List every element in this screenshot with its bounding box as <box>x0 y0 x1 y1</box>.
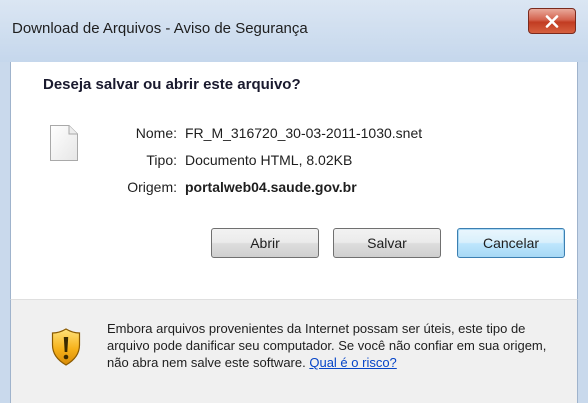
risk-link[interactable]: Qual é o risco? <box>309 355 396 370</box>
save-button[interactable]: Salvar <box>333 228 441 258</box>
file-origin-value: portalweb04.saude.gov.br <box>185 179 357 195</box>
dialog-content: Deseja salvar ou abrir este arquivo? Nom… <box>10 62 578 299</box>
open-button[interactable]: Abrir <box>211 228 319 258</box>
security-warning-area: Embora arquivos provenientes da Internet… <box>10 299 578 403</box>
file-type-label: Tipo: <box>146 152 177 168</box>
close-button[interactable] <box>528 8 576 34</box>
dialog-question: Deseja salvar ou abrir este arquivo? <box>43 76 301 93</box>
title-bar[interactable]: Download de Arquivos - Aviso de Seguranç… <box>0 0 588 62</box>
warning-shield-icon <box>51 328 81 366</box>
file-name-value: FR_M_316720_30-03-2011-1030.snet <box>185 125 423 141</box>
window-title: Download de Arquivos - Aviso de Seguranç… <box>12 20 308 37</box>
security-warning-text: Embora arquivos provenientes da Internet… <box>107 320 569 371</box>
cancel-button[interactable]: Cancelar <box>457 228 565 258</box>
file-origin-label: Origem: <box>127 179 177 195</box>
download-security-dialog: Download de Arquivos - Aviso de Seguranç… <box>0 0 588 403</box>
file-name-label: Nome: <box>135 125 177 141</box>
file-type-value: Documento HTML, 8.02KB <box>185 152 353 168</box>
close-icon <box>545 14 559 28</box>
